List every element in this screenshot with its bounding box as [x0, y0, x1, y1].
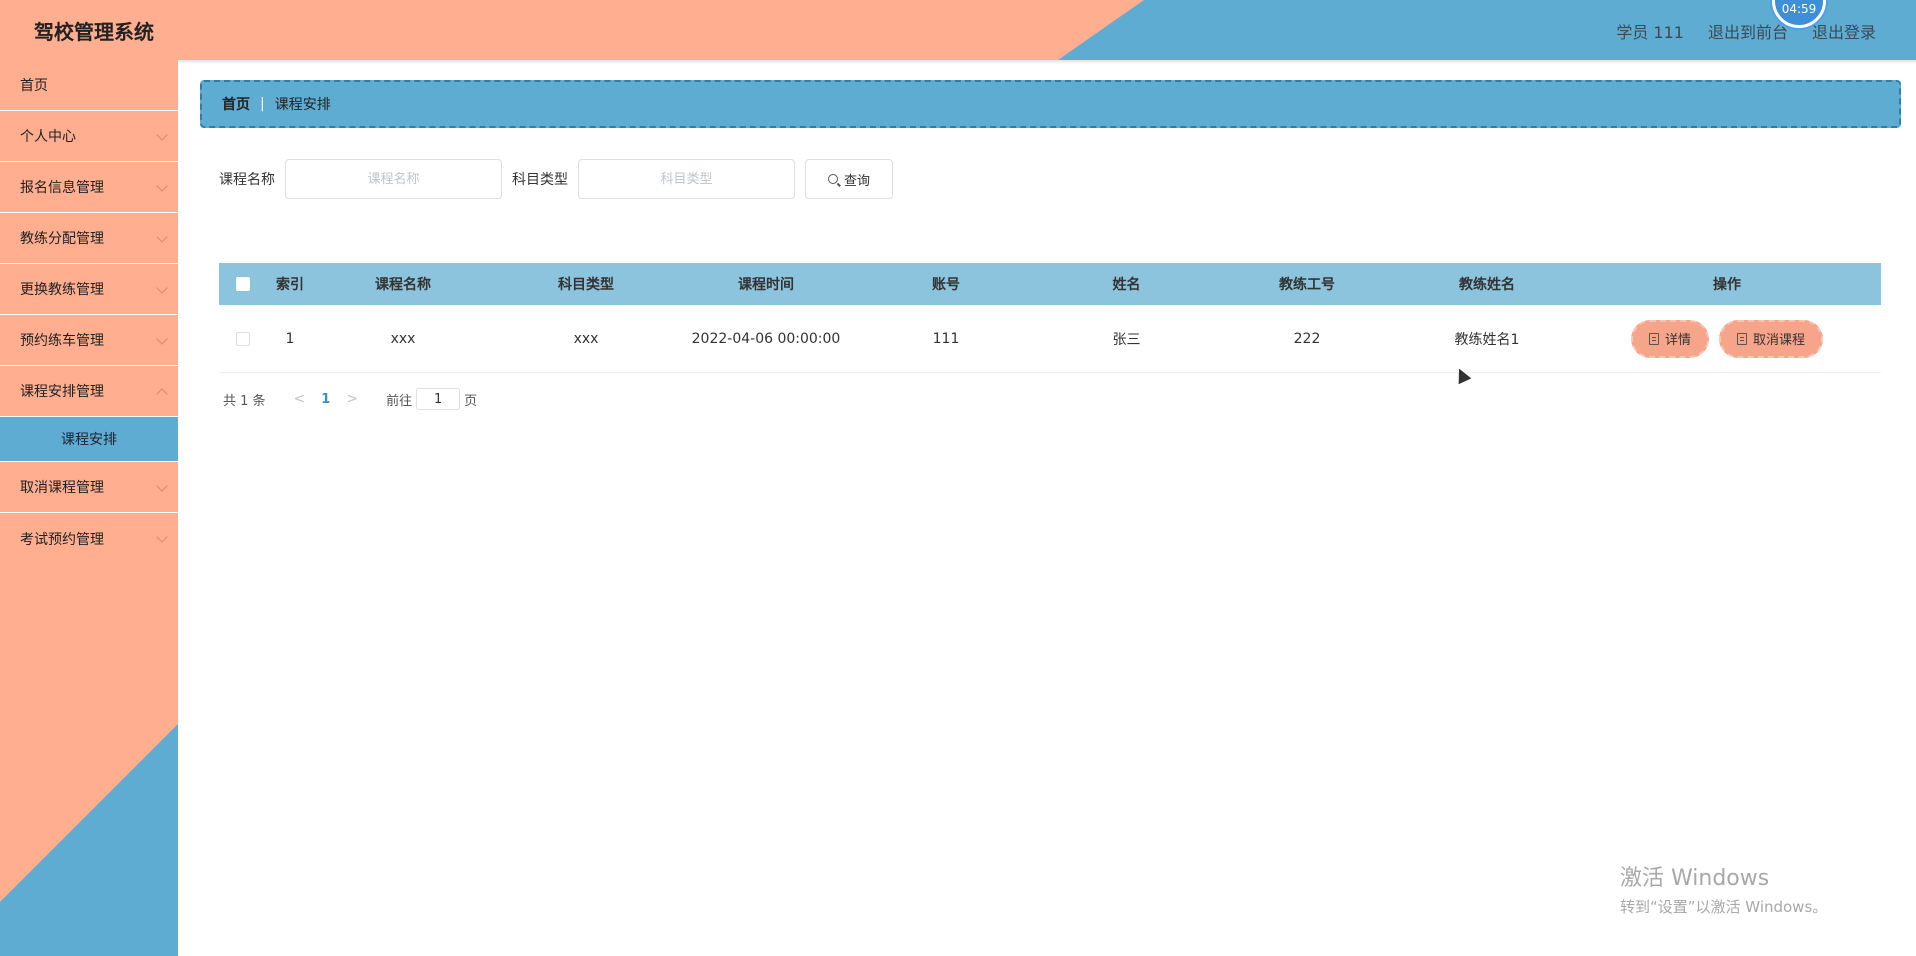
query-button[interactable]: 查询: [805, 159, 893, 199]
header-course-time: 课程时间: [738, 277, 794, 293]
chevron-down-icon: [156, 333, 168, 345]
cancel-course-button-label: 取消课程: [1753, 333, 1806, 348]
sidebar-item-label: 更换教练管理: [20, 282, 104, 298]
sidebar-item-coach-assignment[interactable]: 教练分配管理: [0, 213, 178, 264]
sidebar-item-home[interactable]: 首页: [0, 60, 178, 111]
course-name-input[interactable]: [285, 159, 502, 199]
table-row: 1 xxx xxx 2022-04-06 00:00:00 111 张三 222…: [219, 305, 1881, 373]
chevron-up-icon: [156, 388, 168, 400]
breadcrumb-home[interactable]: 首页: [222, 94, 250, 114]
sidebar-subitem-course-schedule[interactable]: 课程安排: [0, 417, 178, 462]
sidebar-item-label: 预约练车管理: [20, 333, 104, 349]
select-all-checkbox[interactable]: [236, 277, 250, 291]
pagination-goto-input[interactable]: [416, 388, 461, 410]
sidebar-item-label: 个人中心: [20, 129, 76, 145]
pagination-page-unit: 页: [464, 393, 478, 409]
sidebar-item-label: 课程安排管理: [20, 384, 104, 400]
header-shadow: [0, 60, 1916, 64]
watermark-subtitle: 转到“设置”以激活 Windows。: [1620, 898, 1828, 916]
header-actions: 操作: [1713, 277, 1741, 293]
breadcrumb-separator: |: [260, 96, 265, 112]
sidebar-item-personal-center[interactable]: 个人中心: [0, 111, 178, 162]
pagination-total: 共 1 条: [223, 393, 266, 409]
pagination: 共 1 条 < 1 > 前往 页: [223, 388, 477, 410]
top-header: 驾校管理系统 学员 111 退出到前台 退出登录: [0, 0, 1916, 60]
cell-index: 1: [285, 330, 295, 347]
query-button-label: 查询: [843, 173, 870, 189]
sidebar-item-cancel-course[interactable]: 取消课程管理: [0, 462, 178, 513]
sidebar-item-practice-booking[interactable]: 预约练车管理: [0, 315, 178, 366]
user-label: 学员 111: [1616, 23, 1684, 42]
course-table: 索引 课程名称 科目类型 课程时间 账号 姓名 教练工号 教练姓名 操作 1 x…: [219, 263, 1881, 373]
header-course-name: 课程名称: [375, 277, 431, 293]
search-bar: 课程名称 科目类型 查询: [219, 159, 893, 199]
sidebar-item-exam-booking[interactable]: 考试预约管理: [0, 513, 178, 564]
sidebar-item-label: 报名信息管理: [20, 180, 104, 196]
pagination-page-1[interactable]: 1: [321, 392, 330, 407]
detail-button[interactable]: 详情: [1630, 319, 1709, 358]
cell-course-time: 2022-04-06 00:00:00: [691, 330, 841, 347]
chevron-down-icon: [156, 129, 168, 141]
breadcrumb: 首页 | 课程安排: [200, 80, 1901, 128]
header-name: 姓名: [1112, 277, 1141, 293]
subject-type-label: 科目类型: [512, 172, 568, 188]
chevron-down-icon: [156, 231, 168, 243]
pagination-prev-icon[interactable]: <: [294, 391, 306, 407]
cell-actions: 详情 取消课程: [1574, 319, 1880, 358]
pagination-next-icon[interactable]: >: [346, 391, 358, 407]
watermark-title: 激活 Windows: [1620, 866, 1770, 891]
header-index: 索引: [276, 277, 304, 293]
cancel-course-button[interactable]: 取消课程: [1719, 319, 1824, 358]
to-front-link[interactable]: 退出到前台: [1708, 19, 1788, 43]
header-links: 学员 111 退出到前台 退出登录: [1616, 19, 1876, 43]
sidebar-item-label: 考试预约管理: [20, 531, 104, 548]
cell-course-name: xxx: [390, 330, 416, 347]
pagination-goto: 前往 页: [386, 388, 477, 410]
chevron-down-icon: [156, 180, 168, 192]
cell-coach-id: 222: [1293, 330, 1321, 347]
sidebar-item-change-coach[interactable]: 更换教练管理: [0, 264, 178, 315]
chevron-down-icon: [156, 282, 168, 294]
logout-link[interactable]: 退出登录: [1812, 19, 1876, 43]
document-icon: [1737, 332, 1747, 345]
sidebar-item-label: 取消课程管理: [20, 480, 104, 496]
table-header: 索引 课程名称 科目类型 课程时间 账号 姓名 教练工号 教练姓名 操作: [219, 263, 1881, 305]
course-name-label: 课程名称: [219, 172, 275, 188]
document-icon: [1648, 332, 1659, 345]
cell-account: 111: [932, 330, 960, 347]
chevron-down-icon: [156, 480, 168, 492]
windows-activation-watermark: 激活 Windows 转到“设置”以激活 Windows。: [1620, 860, 1827, 917]
header-subject-type: 科目类型: [558, 277, 614, 293]
sidebar-menu: 首页 个人中心 报名信息管理 教练分配管理 更换教练管理 预约练车管理 课程安排…: [0, 60, 178, 564]
sidebar-item-label: 教练分配管理: [20, 231, 104, 247]
header-account: 账号: [932, 277, 960, 293]
sidebar-item-registration[interactable]: 报名信息管理: [0, 162, 178, 213]
select-all-cell: [219, 277, 267, 291]
header-coach-name: 教练姓名: [1459, 277, 1515, 293]
cell-coach-name: 教练姓名1: [1454, 331, 1520, 348]
sidebar-item-course-schedule[interactable]: 课程安排管理: [0, 366, 178, 417]
subject-type-input[interactable]: [578, 159, 795, 199]
sidebar-item-label: 首页: [20, 78, 48, 94]
search-icon: [827, 174, 838, 184]
breadcrumb-current: 课程安排: [274, 97, 331, 113]
detail-button-label: 详情: [1664, 333, 1691, 348]
row-checkbox[interactable]: [236, 331, 250, 346]
header-coach-id: 教练工号: [1279, 277, 1335, 293]
cell-subject-type: xxx: [573, 330, 599, 347]
row-select-cell: [219, 331, 267, 346]
pagination-goto-label: 前往: [386, 393, 413, 409]
app-title: 驾校管理系统: [34, 20, 154, 44]
chevron-down-icon: [156, 531, 168, 543]
sidebar: 首页 个人中心 报名信息管理 教练分配管理 更换教练管理 预约练车管理 课程安排…: [0, 60, 178, 956]
cell-name: 张三: [1112, 331, 1141, 348]
